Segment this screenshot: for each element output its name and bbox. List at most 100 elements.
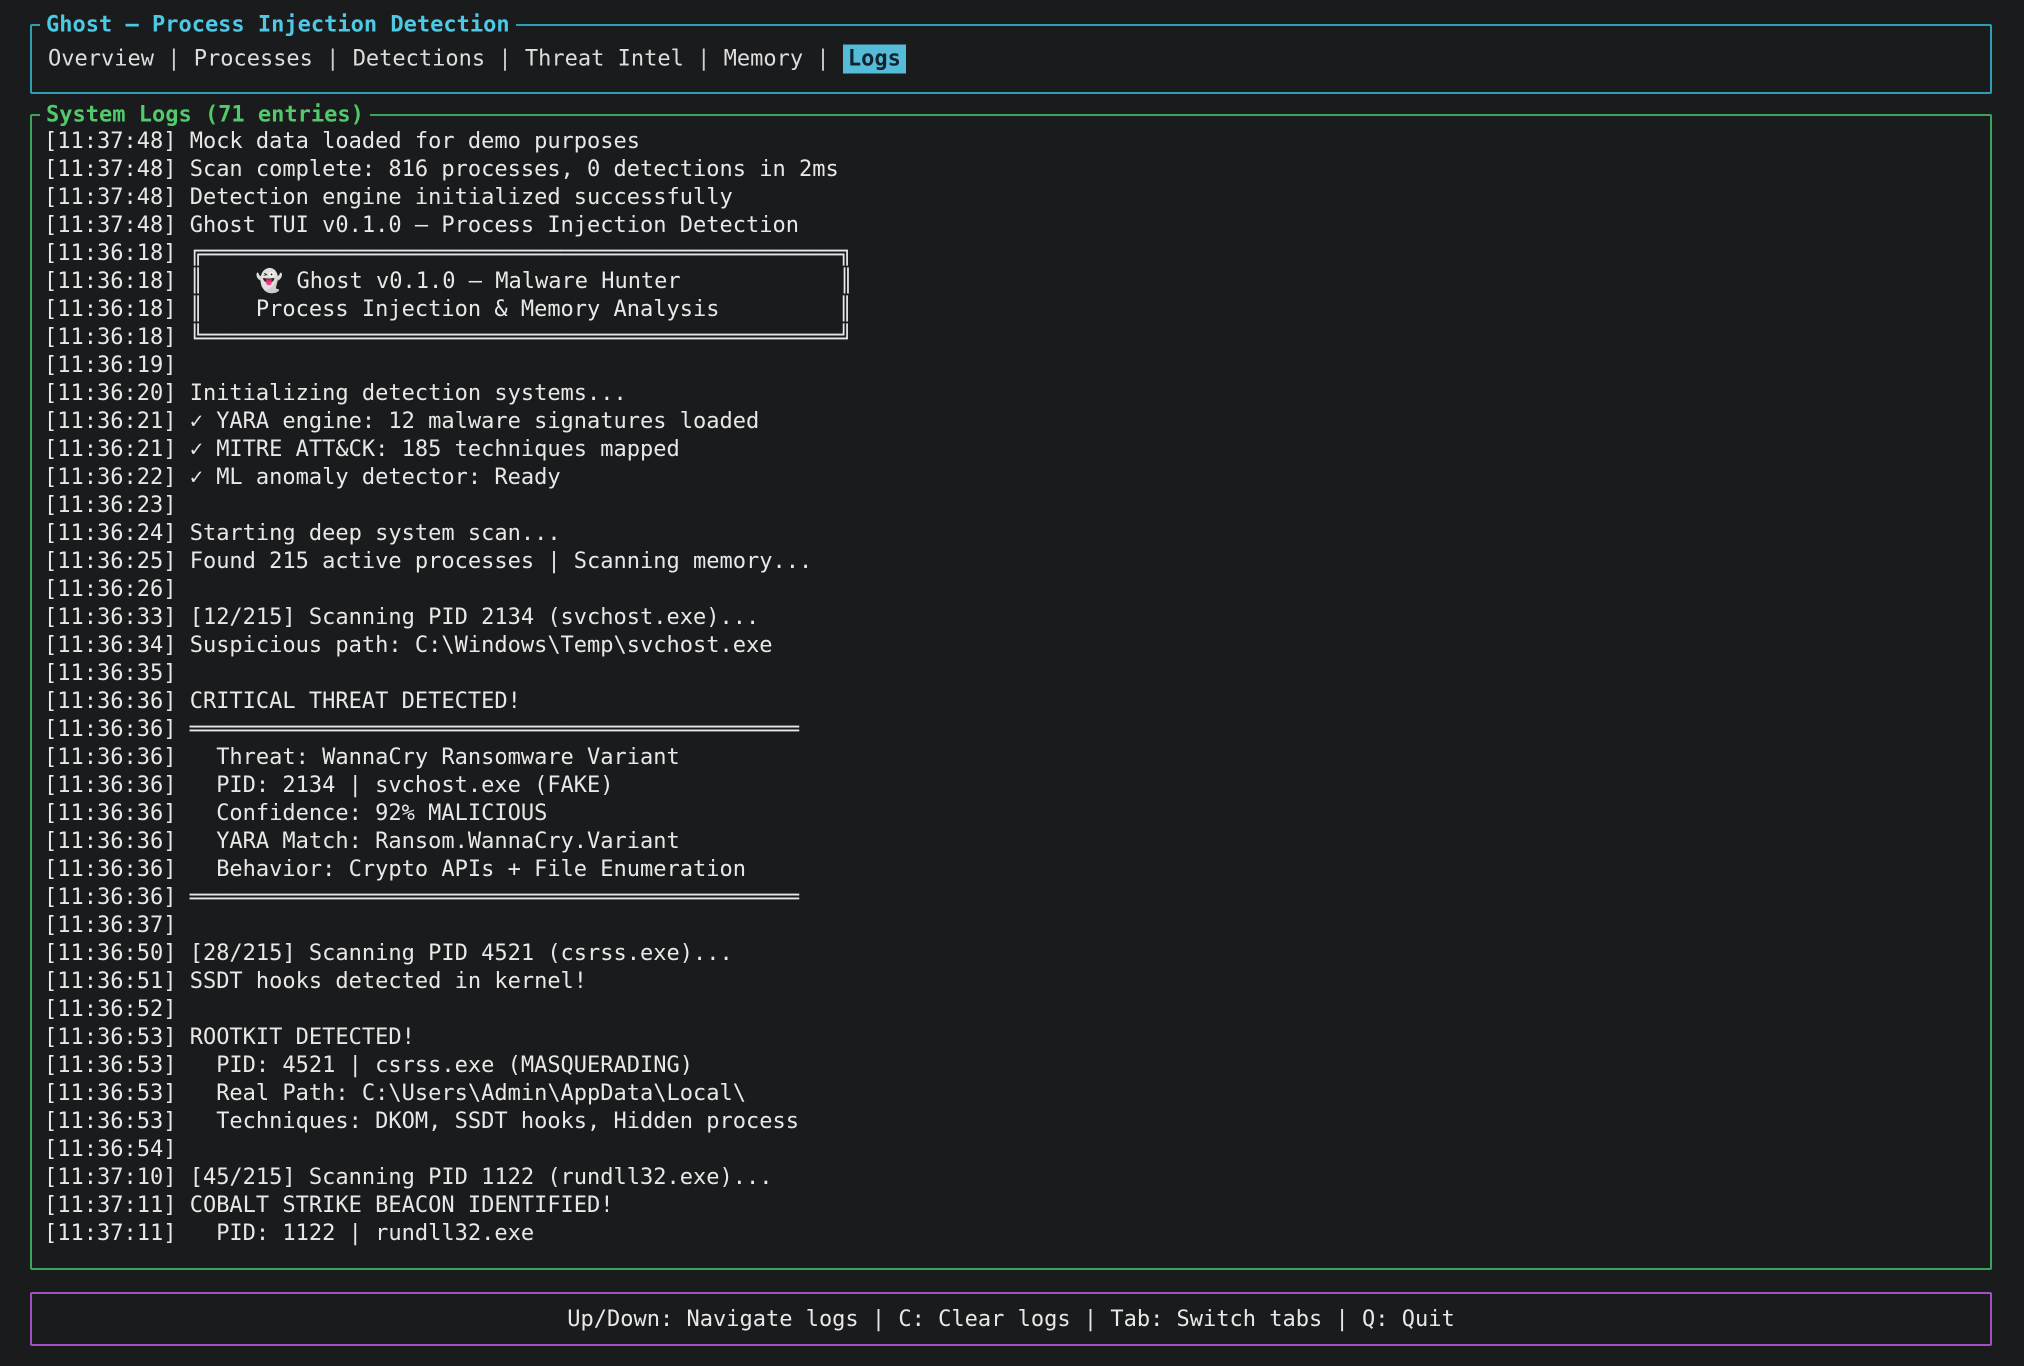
log-timestamp: [11:36:19] — [44, 353, 176, 378]
log-timestamp: [11:36:18] — [44, 297, 176, 322]
log-message: SSDT hooks detected in kernel! — [176, 969, 587, 994]
log-timestamp: [11:36:51] — [44, 969, 176, 994]
log-message: Suspicious path: C:\Windows\Temp\svchost… — [176, 633, 772, 658]
log-timestamp: [11:36:22] — [44, 465, 176, 490]
tab-separator: | — [684, 47, 724, 72]
log-message: ╔═══════════════════════════════════════… — [176, 241, 852, 266]
log-timestamp: [11:36:18] — [44, 269, 176, 294]
log-timestamp: [11:36:25] — [44, 549, 176, 574]
log-line[interactable]: [11:36:18] ╚════════════════════════════… — [44, 324, 1978, 352]
log-message: Starting deep system scan... — [176, 521, 560, 546]
tab-separator: | — [485, 47, 525, 72]
log-message: [12/215] Scanning PID 2134 (svchost.exe)… — [176, 605, 759, 630]
log-message: Mock data loaded for demo purposes — [176, 129, 640, 154]
log-message: [28/215] Scanning PID 4521 (csrss.exe)..… — [176, 941, 732, 966]
log-line[interactable]: [11:36:53] PID: 4521 | csrss.exe (MASQUE… — [44, 1052, 1978, 1080]
log-timestamp: [11:37:48] — [44, 213, 176, 238]
log-timestamp: [11:36:35] — [44, 661, 176, 686]
tab-logs[interactable]: Logs — [843, 45, 906, 74]
log-message: PID: 2134 | svchost.exe (FAKE) — [176, 773, 613, 798]
log-line[interactable]: [11:36:24] Starting deep system scan... — [44, 520, 1978, 548]
log-line[interactable]: [11:36:36] Confidence: 92% MALICIOUS — [44, 800, 1978, 828]
tab-separator: | — [803, 47, 843, 72]
log-message: Detection engine initialized successfull… — [176, 185, 732, 210]
log-message: ════════════════════════════════════════… — [176, 885, 799, 910]
log-line[interactable]: [11:36:53] Techniques: DKOM, SSDT hooks,… — [44, 1108, 1978, 1136]
log-line[interactable]: [11:36:19] — [44, 352, 1978, 380]
log-line[interactable]: [11:36:54] — [44, 1136, 1978, 1164]
log-message: ╚═══════════════════════════════════════… — [176, 325, 852, 350]
log-line[interactable]: [11:36:36] Behavior: Crypto APIs + File … — [44, 856, 1978, 884]
tab-separator: | — [313, 47, 353, 72]
log-line[interactable]: [11:37:48] Mock data loaded for demo pur… — [44, 128, 1978, 156]
log-message: PID: 4521 | csrss.exe (MASQUERADING) — [176, 1053, 693, 1078]
log-line[interactable]: [11:36:36] ═════════════════════════════… — [44, 884, 1978, 912]
tab-detections[interactable]: Detections — [353, 47, 485, 72]
log-line[interactable]: [11:36:25] Found 215 active processes | … — [44, 548, 1978, 576]
log-line[interactable]: [11:36:36] PID: 2134 | svchost.exe (FAKE… — [44, 772, 1978, 800]
tab-overview[interactable]: Overview — [48, 47, 154, 72]
log-timestamp: [11:37:10] — [44, 1165, 176, 1190]
log-line[interactable]: [11:36:36] CRITICAL THREAT DETECTED! — [44, 688, 1978, 716]
log-timestamp: [11:36:53] — [44, 1081, 176, 1106]
log-line[interactable]: [11:36:53] Real Path: C:\Users\Admin\App… — [44, 1080, 1978, 1108]
log-line[interactable]: [11:36:18] ╔════════════════════════════… — [44, 240, 1978, 268]
log-list[interactable]: [11:37:48] Mock data loaded for demo pur… — [32, 116, 1990, 1268]
log-message: [45/215] Scanning PID 1122 (rundll32.exe… — [176, 1165, 772, 1190]
tab-threat-intel[interactable]: Threat Intel — [525, 47, 684, 72]
log-line[interactable]: [11:36:53] ROOTKIT DETECTED! — [44, 1024, 1978, 1052]
log-message: ════════════════════════════════════════… — [176, 717, 799, 742]
log-timestamp: [11:36:18] — [44, 241, 176, 266]
log-timestamp: [11:36:21] — [44, 437, 176, 462]
log-line[interactable]: [11:36:22] ✓ ML anomaly detector: Ready — [44, 464, 1978, 492]
log-message: Found 215 active processes | Scanning me… — [176, 549, 812, 574]
log-timestamp: [11:36:52] — [44, 997, 176, 1022]
log-line[interactable]: [11:37:11] PID: 1122 | rundll32.exe — [44, 1220, 1978, 1248]
log-message: ✓ MITRE ATT&CK: 185 techniques mapped — [176, 437, 679, 462]
log-line[interactable]: [11:36:21] ✓ MITRE ATT&CK: 185 technique… — [44, 436, 1978, 464]
log-timestamp: [11:36:36] — [44, 801, 176, 826]
tab-memory[interactable]: Memory — [724, 47, 803, 72]
log-message: Ghost TUI v0.1.0 — Process Injection Det… — [176, 213, 799, 238]
log-line[interactable]: [11:36:52] — [44, 996, 1978, 1024]
log-line[interactable]: [11:37:48] Scan complete: 816 processes,… — [44, 156, 1978, 184]
log-line[interactable]: [11:36:36] Threat: WannaCry Ransomware V… — [44, 744, 1978, 772]
log-message: Confidence: 92% MALICIOUS — [176, 801, 547, 826]
log-timestamp: [11:36:53] — [44, 1053, 176, 1078]
log-timestamp: [11:36:36] — [44, 717, 176, 742]
log-line[interactable]: [11:36:23] — [44, 492, 1978, 520]
log-message: Techniques: DKOM, SSDT hooks, Hidden pro… — [176, 1109, 799, 1134]
log-line[interactable]: [11:36:35] — [44, 660, 1978, 688]
log-timestamp: [11:36:36] — [44, 689, 176, 714]
log-timestamp: [11:37:11] — [44, 1193, 176, 1218]
log-line[interactable]: [11:36:34] Suspicious path: C:\Windows\T… — [44, 632, 1978, 660]
log-line[interactable]: [11:37:11] COBALT STRIKE BEACON IDENTIFI… — [44, 1192, 1978, 1220]
log-message: COBALT STRIKE BEACON IDENTIFIED! — [176, 1193, 613, 1218]
log-line[interactable]: [11:37:48] Ghost TUI v0.1.0 — Process In… — [44, 212, 1978, 240]
log-line[interactable]: [11:36:51] SSDT hooks detected in kernel… — [44, 968, 1978, 996]
log-message: Scan complete: 816 processes, 0 detectio… — [176, 157, 838, 182]
log-line[interactable]: [11:37:48] Detection engine initialized … — [44, 184, 1978, 212]
log-timestamp: [11:36:20] — [44, 381, 176, 406]
log-timestamp: [11:36:37] — [44, 913, 176, 938]
log-line[interactable]: [11:36:37] — [44, 912, 1978, 940]
log-timestamp: [11:36:34] — [44, 633, 176, 658]
log-timestamp: [11:36:36] — [44, 829, 176, 854]
tab-processes[interactable]: Processes — [194, 47, 313, 72]
log-timestamp: [11:36:53] — [44, 1109, 176, 1134]
log-line[interactable]: [11:36:36] ═════════════════════════════… — [44, 716, 1978, 744]
log-message: Threat: WannaCry Ransomware Variant — [176, 745, 679, 770]
log-message: Real Path: C:\Users\Admin\AppData\Local\ — [176, 1081, 746, 1106]
log-message: YARA Match: Ransom.WannaCry.Variant — [176, 829, 679, 854]
log-message: PID: 1122 | rundll32.exe — [176, 1221, 534, 1246]
log-line[interactable]: [11:36:20] Initializing detection system… — [44, 380, 1978, 408]
log-line[interactable]: [11:36:18] ║ Process Injection & Memory … — [44, 296, 1978, 324]
log-line[interactable]: [11:37:10] [45/215] Scanning PID 1122 (r… — [44, 1164, 1978, 1192]
log-line[interactable]: [11:36:50] [28/215] Scanning PID 4521 (c… — [44, 940, 1978, 968]
log-line[interactable]: [11:36:26] — [44, 576, 1978, 604]
log-line[interactable]: [11:36:33] [12/215] Scanning PID 2134 (s… — [44, 604, 1978, 632]
log-line[interactable]: [11:36:21] ✓ YARA engine: 12 malware sig… — [44, 408, 1978, 436]
log-line[interactable]: [11:36:18] ║ 👻 Ghost v0.1.0 — Malware Hu… — [44, 268, 1978, 296]
footer-panel: Up/Down: Navigate logs | C: Clear logs |… — [30, 1292, 1992, 1346]
log-line[interactable]: [11:36:36] YARA Match: Ransom.WannaCry.V… — [44, 828, 1978, 856]
